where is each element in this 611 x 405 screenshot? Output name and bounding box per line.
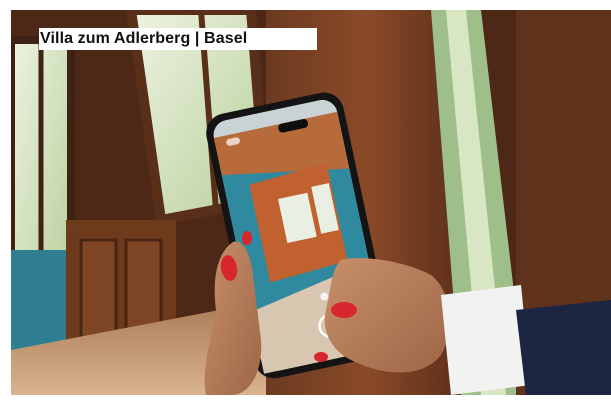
photo-illustration (11, 10, 611, 395)
image-frame: Villa zum Adlerberg | Basel (0, 0, 611, 405)
caption-bar: Villa zum Adlerberg | Basel (39, 28, 317, 50)
caption-title: Villa zum Adlerberg | Basel (40, 30, 248, 47)
navy-sleeve (516, 300, 611, 395)
white-cuff (441, 285, 531, 395)
photo (11, 10, 611, 395)
right-thumb-nail (331, 302, 357, 318)
left-margin (0, 0, 11, 405)
